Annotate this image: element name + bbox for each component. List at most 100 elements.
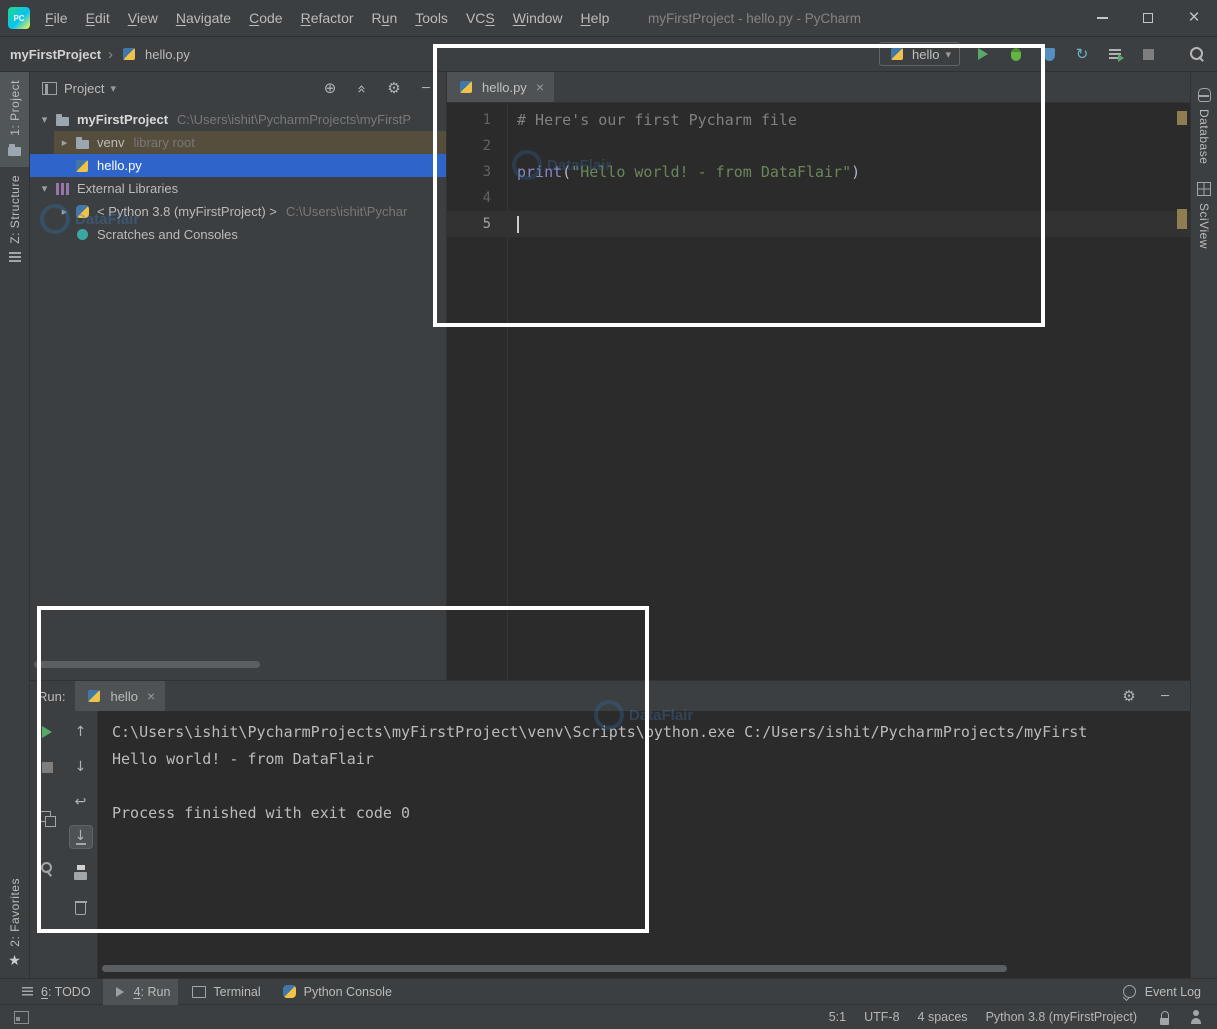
up-stack-button[interactable]: ↑ [70,721,92,743]
code-editor[interactable]: 1# Here's our first Pycharm file23print(… [447,103,1190,680]
clear-all-button[interactable] [70,896,92,918]
expander-icon[interactable]: ▸ [56,136,73,149]
project-hscrollbar[interactable] [34,661,260,668]
stop-button[interactable] [1138,44,1158,64]
run-dashboard-icon [1106,45,1124,63]
toolwindow-button-2-favorites[interactable]: 2: Favorites★ [0,870,29,978]
project-view-selector[interactable]: Project [64,81,104,96]
close-tab-icon[interactable]: × [536,79,544,95]
breadcrumb-file[interactable]: hello.py [145,47,190,62]
toolwindow-tab-4-run[interactable]: 4: Run [103,979,179,1005]
menu-view[interactable]: View [119,0,167,37]
toolwindow-button-sciview[interactable]: SciView [1191,172,1217,257]
debug-button[interactable] [1006,44,1026,64]
coverage-icon [1040,45,1058,63]
line-number[interactable]: 4 [447,185,507,211]
hide-button[interactable]: ─ [416,79,436,99]
line-number[interactable]: 5 [447,211,507,237]
tree-item-hello-py[interactable]: hello.py [30,154,446,177]
run-config-select[interactable]: hello ▾ [879,42,960,66]
collapse-all-button[interactable]: « [352,79,372,99]
warning-stripe-mark[interactable] [1177,209,1187,229]
menu-help[interactable]: Help [572,0,619,37]
event-log-button[interactable]: Event Log [1121,983,1207,1001]
toolwindow-label: 1: Project [8,80,22,136]
breadcrumb-project[interactable]: myFirstProject [10,47,101,62]
stop-icon [1139,45,1157,63]
lock-icon[interactable] [1155,1008,1173,1026]
run-console[interactable]: C:\Users\ishit\PycharmProjects\myFirstPr… [98,711,1190,978]
down-stack-icon: ↓ [72,758,90,776]
soft-wrap-icon: ↩ [72,793,90,811]
rerun-button[interactable] [36,721,58,743]
minimize-button[interactable] [1079,0,1125,37]
toolwindow-button-database[interactable]: Database [1191,78,1217,172]
maximize-button[interactable] [1125,0,1171,37]
tree-item-scratches-and-consoles[interactable]: Scratches and Consoles [30,223,446,246]
expander-icon[interactable]: ▾ [36,113,53,126]
menu-code[interactable]: Code [240,0,291,37]
line-number[interactable]: 2 [447,133,507,159]
menu-file[interactable]: File [36,0,77,37]
expander-icon[interactable]: ▸ [56,205,73,218]
settings-button[interactable]: ⚙ [384,79,404,99]
menu-tools[interactable]: Tools [406,0,457,37]
code-line[interactable]: 1# Here's our first Pycharm file [447,107,1190,133]
profiler-button[interactable]: ↻ [1072,44,1092,64]
menu-run[interactable]: Run [363,0,407,37]
menu-edit[interactable]: Edit [77,0,119,37]
pin-button[interactable] [36,858,58,880]
code-line[interactable]: 3print("Hello world! - from DataFlair") [447,159,1190,185]
tree-item-myfirstproject[interactable]: ▾myFirstProjectC:\Users\ishit\PycharmPro… [30,108,446,131]
scroll-end-button[interactable]: ↓ [70,826,92,848]
toolwindow-tab-python-console[interactable]: Python Console [273,979,400,1005]
menu-navigate[interactable]: Navigate [167,0,240,37]
chevron-down-icon: ▾ [945,48,951,61]
console-hscrollbar[interactable] [102,965,1007,972]
locate-button[interactable]: ⊕ [320,79,340,99]
code-line[interactable]: 2 [447,133,1190,159]
run-tab-hello[interactable]: hello × [75,681,165,711]
editor-tab-hello-py[interactable]: hello.py × [447,72,554,102]
code-line[interactable]: 5 [447,211,1190,237]
code-token: ) [851,163,860,181]
inspections-profile-icon[interactable] [1187,1008,1205,1026]
warning-stripe-mark[interactable] [1177,111,1187,125]
search-everywhere-button[interactable] [1187,44,1207,64]
menu-vcs[interactable]: VCS [457,0,504,37]
run-button[interactable] [973,44,993,64]
coverage-button[interactable] [1039,44,1059,64]
tree-item-python-3-8-myfirstproject[interactable]: ▸< Python 3.8 (myFirstProject) >C:\Users… [30,200,446,223]
run-dashboard-button[interactable] [1105,44,1125,64]
file-encoding[interactable]: UTF-8 [864,1010,899,1024]
close-button[interactable]: × [1171,0,1217,37]
settings-gear-icon[interactable]: ⚙ [1120,687,1138,705]
restore-layout-button[interactable] [36,807,58,829]
line-number[interactable]: 1 [447,107,507,133]
stop-button[interactable] [36,756,58,778]
close-tab-icon[interactable]: × [147,688,155,704]
toolwindow-button-1-project[interactable]: 1: Project [0,72,29,167]
caret-position[interactable]: 5:1 [829,1010,846,1024]
line-number[interactable]: 3 [447,159,507,185]
menu-window[interactable]: Window [504,0,572,37]
toolwindow-tab-6-todo[interactable]: 6: TODO [10,979,99,1005]
tree-item-venv[interactable]: ▸venvlibrary root [30,131,446,154]
toolwindow-button-z-structure[interactable]: Z: Structure [0,167,29,275]
indent-style[interactable]: 4 spaces [918,1010,968,1024]
code-line[interactable]: 4 [447,185,1190,211]
print-button[interactable] [70,861,92,883]
toolwindow-toggle-icon[interactable] [12,1008,30,1026]
menu-refactor[interactable]: Refactor [292,0,363,37]
soft-wrap-button[interactable]: ↩ [70,791,92,813]
down-stack-button[interactable]: ↓ [70,756,92,778]
project-tree: ▾myFirstProjectC:\Users\ishit\PycharmPro… [30,105,446,246]
toolwindow-tab-terminal[interactable]: Terminal [182,979,268,1005]
python-file-icon [85,687,103,705]
tree-item-external-libraries[interactable]: ▾External Libraries [30,177,446,200]
chevron-down-icon[interactable]: ▾ [110,82,116,95]
hide-panel-icon[interactable]: ─ [1156,687,1174,705]
expander-icon[interactable]: ▾ [36,182,53,195]
python-interpreter[interactable]: Python 3.8 (myFirstProject) [986,1010,1137,1024]
project-view-icon [40,80,58,98]
